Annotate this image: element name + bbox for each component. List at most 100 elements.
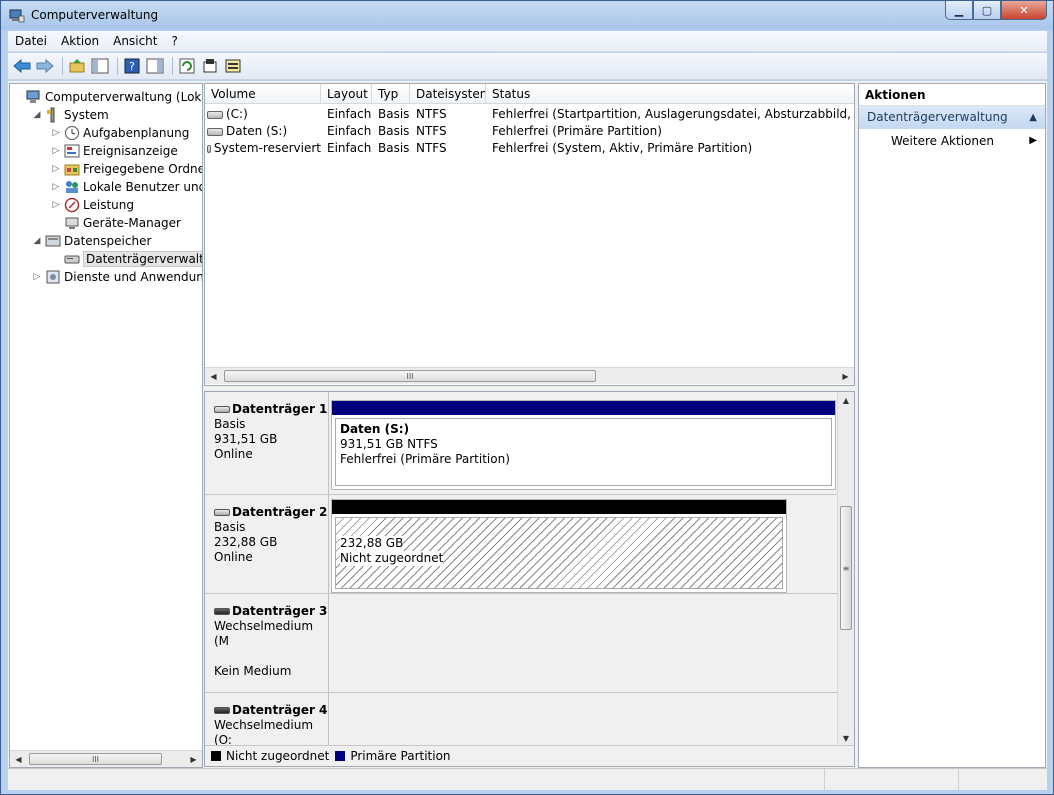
expanded-arrow-icon[interactable]: ◢ xyxy=(32,236,42,246)
disk-state: Kein Medium xyxy=(214,664,292,678)
volume-list-hscrollbar[interactable]: ◀ III ▶ xyxy=(205,367,854,384)
scroll-thumb[interactable]: III xyxy=(29,753,162,765)
disk-info[interactable]: Datenträger 3 Wechselmedium (M Kein Medi… xyxy=(205,594,329,692)
title-bar[interactable]: Computerverwaltung ▁ ▢ ✕ xyxy=(1,1,1053,31)
scroll-left-arrow-icon[interactable]: ◀ xyxy=(10,751,27,767)
properties-button[interactable] xyxy=(200,56,220,76)
tree-item[interactable]: ◢ Datenspeicher xyxy=(32,232,152,250)
collapsed-arrow-icon[interactable]: ▷ xyxy=(51,182,61,192)
expanded-arrow-icon[interactable]: ◢ xyxy=(32,110,42,120)
tree-item[interactable]: ◢ System xyxy=(32,106,109,124)
event-viewer-icon xyxy=(64,144,80,158)
tree-item[interactable]: ▷ Aufgabenplanung xyxy=(51,124,189,142)
table-cell: Daten (S:) xyxy=(205,123,321,140)
table-row[interactable]: System-reserviert Einfach Basis NTFS Fehlerf… xyxy=(205,140,854,157)
menu-aktion[interactable]: Aktion xyxy=(54,34,106,48)
table-row[interactable]: (C:) Einfach Basis NTFS Fehlerfrei (Startpar… xyxy=(205,106,854,123)
svg-text:?: ? xyxy=(129,60,135,73)
collapsed-arrow-icon[interactable]: ▷ xyxy=(51,200,61,210)
console-tree-icon xyxy=(91,58,109,74)
tree-item[interactable]: ▷ Freigegebene Ordner xyxy=(51,160,202,178)
tree-item[interactable]: Geräte-Manager xyxy=(51,214,181,232)
disk-info[interactable]: Datenträger 2 Basis 232,88 GB Online xyxy=(205,495,329,593)
scroll-thumb[interactable]: ≡ xyxy=(840,506,852,630)
partition-unallocated[interactable]: 232,88 GB Nicht zugeordnet xyxy=(331,499,787,593)
disk-size: 232,88 GB xyxy=(214,535,278,549)
disk-type: Basis xyxy=(214,417,246,431)
folder-up-icon xyxy=(69,59,85,73)
minimize-button[interactable]: ▁ xyxy=(945,1,973,20)
tree-item-label: Geräte-Manager xyxy=(83,216,181,230)
refresh-button[interactable] xyxy=(177,56,197,76)
storage-icon xyxy=(45,235,61,247)
disk-info[interactable]: Datenträger 4 Wechselmedium (O: xyxy=(205,693,329,753)
close-button[interactable]: ✕ xyxy=(1001,1,1047,20)
tree-item-label: Leistung xyxy=(83,198,134,212)
scroll-up-arrow-icon[interactable]: ▲ xyxy=(838,392,854,408)
show-hide-action-pane-button[interactable] xyxy=(145,56,165,76)
tree-item[interactable]: ▷ Dienste und Anwendungen xyxy=(32,268,202,286)
collapse-up-icon[interactable]: ▲ xyxy=(1029,106,1037,129)
tree-item[interactable]: ▷ Leistung xyxy=(51,196,134,214)
column-dateisystem[interactable]: Dateisystem xyxy=(410,84,486,103)
collapsed-arrow-icon[interactable]: ▷ xyxy=(51,146,61,156)
minimize-icon: ▁ xyxy=(954,3,964,17)
partition-size: 931,51 GB NTFS xyxy=(340,437,438,451)
actions-section-datentraegerverwaltung[interactable]: Datenträgerverwaltung ▲ xyxy=(859,106,1045,129)
forward-button[interactable] xyxy=(35,56,55,76)
partition-daten-s[interactable]: Daten (S:) 931,51 GB NTFS Fehlerfrei (Pr… xyxy=(331,400,836,490)
menu-help[interactable]: ? xyxy=(164,34,184,48)
scroll-down-arrow-icon[interactable]: ▼ xyxy=(838,730,854,746)
up-folder-button[interactable] xyxy=(67,56,87,76)
window-title: Computerverwaltung xyxy=(31,8,159,22)
volume-list: Volume Layout Typ Dateisystem Status (C:… xyxy=(204,83,855,386)
volume-icon xyxy=(207,127,223,136)
column-volume[interactable]: Volume xyxy=(205,84,321,103)
actions-pane: Aktionen Datenträgerverwaltung ▲ Weitere… xyxy=(858,83,1046,768)
tree-item-label: Aufgabenplanung xyxy=(83,126,190,140)
tree-item[interactable]: Datenträgerverwaltung xyxy=(51,250,202,268)
tree-hscrollbar[interactable]: ◀ III ▶ xyxy=(10,750,202,767)
services-icon xyxy=(46,270,60,284)
disk-view-vscrollbar[interactable]: ▲ ≡ ▼ xyxy=(837,392,854,746)
action-weitere-aktionen[interactable]: Weitere Aktionen ▶ xyxy=(859,129,1045,153)
shared-folder-icon xyxy=(64,164,80,176)
tree-item[interactable]: ▷ Lokale Benutzer und Gr xyxy=(51,178,202,196)
tree-item[interactable]: Computerverwaltung (Lokal) xyxy=(13,88,202,106)
volume-icon xyxy=(207,144,211,153)
scroll-right-arrow-icon[interactable]: ▶ xyxy=(185,751,202,767)
collapsed-arrow-icon[interactable]: ▷ xyxy=(32,272,42,282)
show-hide-console-tree-button[interactable] xyxy=(90,56,110,76)
console-tree: Computerverwaltung (Lokal) ◢ System ▷ Aufgab… xyxy=(9,83,203,768)
disk-name: Datenträger 2 xyxy=(232,505,328,519)
tools-icon xyxy=(47,107,55,123)
collapsed-arrow-icon[interactable]: ▷ xyxy=(51,128,61,138)
back-button[interactable] xyxy=(12,56,32,76)
actions-header: Aktionen xyxy=(859,84,1045,106)
disk-info[interactable]: Datenträger 1 Basis 931,51 GB Online xyxy=(205,392,329,494)
menu-datei[interactable]: Datei xyxy=(8,34,54,48)
status-segment xyxy=(959,769,1047,790)
disk-graphic-view: Datenträger 1 Basis 931,51 GB Online Dat… xyxy=(204,391,855,767)
column-status[interactable]: Status xyxy=(486,84,854,103)
maximize-button[interactable]: ▢ xyxy=(973,1,1001,20)
volume-icon xyxy=(207,110,223,119)
disk-settings-button[interactable] xyxy=(223,56,243,76)
scroll-left-arrow-icon[interactable]: ◀ xyxy=(205,368,222,384)
collapsed-arrow-icon[interactable]: ▷ xyxy=(51,164,61,174)
status-segment xyxy=(8,769,825,790)
table-row[interactable]: Daten (S:) Einfach Basis NTFS Fehlerfrei (Pr… xyxy=(205,123,854,140)
status-bar xyxy=(8,768,1047,790)
partition-title: Daten (S:) xyxy=(340,422,410,436)
partition-status: Fehlerfrei (Primäre Partition) xyxy=(340,452,510,466)
volume-name: Daten (S:) xyxy=(226,124,288,138)
disk-state: Online xyxy=(214,447,253,461)
column-typ[interactable]: Typ xyxy=(372,84,410,103)
column-layout[interactable]: Layout xyxy=(321,84,372,103)
scroll-thumb[interactable]: III xyxy=(224,370,596,382)
scroll-right-arrow-icon[interactable]: ▶ xyxy=(837,368,854,384)
help-button[interactable]: ? xyxy=(122,56,142,76)
menu-bar: Datei Aktion Ansicht ? xyxy=(8,31,1047,52)
menu-ansicht[interactable]: Ansicht xyxy=(106,34,164,48)
tree-item[interactable]: ▷ Ereignisanzeige xyxy=(51,142,178,160)
